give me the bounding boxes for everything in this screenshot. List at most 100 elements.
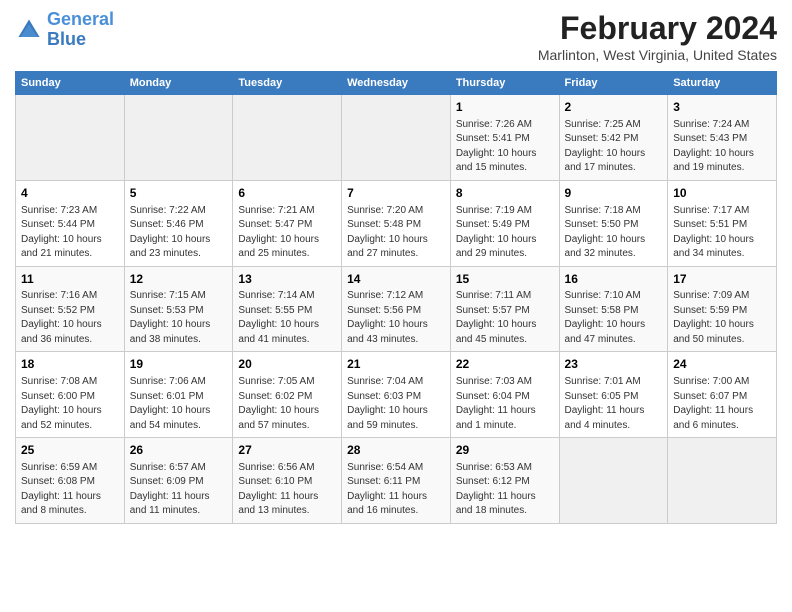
calendar-cell: 2 Sunrise: 7:25 AM Sunset: 5:42 PM Daylig…: [559, 95, 668, 181]
day-number: 21: [347, 356, 445, 373]
day-number: 9: [565, 185, 663, 202]
day-number: 8: [456, 185, 554, 202]
day-info: Sunrise: 7:06 AM Sunset: 6:01 PM Dayligh…: [130, 375, 228, 433]
day-number: 11: [21, 271, 119, 288]
calendar-cell: 24 Sunrise: 7:00 AM Sunset: 6:07 PM Dayli…: [668, 352, 777, 438]
day-info: Sunrise: 7:24 AM Sunset: 5:43 PM Dayligh…: [673, 118, 771, 176]
calendar-body: 1 Sunrise: 7:26 AM Sunset: 5:41 PM Daylig…: [16, 95, 777, 524]
day-info: Sunrise: 7:22 AM Sunset: 5:46 PM Dayligh…: [130, 204, 228, 262]
day-number: 10: [673, 185, 771, 202]
day-info: Sunrise: 7:20 AM Sunset: 5:48 PM Dayligh…: [347, 204, 445, 262]
calendar-week-row: 18 Sunrise: 7:08 AM Sunset: 6:00 PM Dayli…: [16, 352, 777, 438]
day-info: Sunrise: 7:23 AM Sunset: 5:44 PM Dayligh…: [21, 204, 119, 262]
calendar-cell: 6 Sunrise: 7:21 AM Sunset: 5:47 PM Daylig…: [233, 180, 342, 266]
day-info: Sunrise: 7:10 AM Sunset: 5:58 PM Dayligh…: [565, 289, 663, 347]
day-number: 27: [238, 442, 336, 459]
day-header-wednesday: Wednesday: [342, 72, 451, 95]
day-number: 26: [130, 442, 228, 459]
calendar-cell: 14Sunrise: 7:12 AM Sunset: 5:56 PM Dayli…: [342, 266, 451, 352]
calendar-cell: 7 Sunrise: 7:20 AM Sunset: 5:48 PM Daylig…: [342, 180, 451, 266]
calendar-title: February 2024: [538, 10, 777, 47]
page-header: General Blue February 2024 Marlinton, We…: [15, 10, 777, 63]
day-number: 16: [565, 271, 663, 288]
day-info: Sunrise: 7:12 AM Sunset: 5:56 PM Dayligh…: [347, 289, 445, 347]
calendar-cell: 22Sunrise: 7:03 AM Sunset: 6:04 PM Dayli…: [450, 352, 559, 438]
calendar-week-row: 1 Sunrise: 7:26 AM Sunset: 5:41 PM Daylig…: [16, 95, 777, 181]
calendar-cell: [559, 438, 668, 524]
day-number: 17: [673, 271, 771, 288]
day-number: 6: [238, 185, 336, 202]
calendar-cell: 27 Sunrise: 6:56 AM Sunset: 6:10 PM Dayli…: [233, 438, 342, 524]
calendar-cell: 8 Sunrise: 7:19 AM Sunset: 5:49 PM Daylig…: [450, 180, 559, 266]
logo-text: General Blue: [47, 10, 114, 50]
day-number: 28: [347, 442, 445, 459]
calendar-cell: 18 Sunrise: 7:08 AM Sunset: 6:00 PM Dayli…: [16, 352, 125, 438]
calendar-cell: [16, 95, 125, 181]
calendar-week-row: 25 Sunrise: 6:59 AM Sunset: 6:08 PM Dayli…: [16, 438, 777, 524]
calendar-cell: 1 Sunrise: 7:26 AM Sunset: 5:41 PM Daylig…: [450, 95, 559, 181]
day-info: Sunrise: 7:00 AM Sunset: 6:07 PM Dayligh…: [673, 375, 771, 433]
calendar-cell: 28 Sunrise: 6:54 AM Sunset: 6:11 PM Dayli…: [342, 438, 451, 524]
day-number: 20: [238, 356, 336, 373]
day-header-sunday: Sunday: [16, 72, 125, 95]
day-number: 29: [456, 442, 554, 459]
calendar-week-row: 4 Sunrise: 7:23 AM Sunset: 5:44 PM Daylig…: [16, 180, 777, 266]
calendar-header-row: SundayMondayTuesdayWednesdayThursdayFrid…: [16, 72, 777, 95]
calendar-subtitle: Marlinton, West Virginia, United States: [538, 47, 777, 63]
day-header-tuesday: Tuesday: [233, 72, 342, 95]
day-info: Sunrise: 6:59 AM Sunset: 6:08 PM Dayligh…: [21, 461, 119, 519]
day-info: Sunrise: 7:08 AM Sunset: 6:00 PM Dayligh…: [21, 375, 119, 433]
day-info: Sunrise: 6:54 AM Sunset: 6:11 PM Dayligh…: [347, 461, 445, 519]
day-info: Sunrise: 7:18 AM Sunset: 5:50 PM Dayligh…: [565, 204, 663, 262]
calendar-week-row: 11Sunrise: 7:16 AM Sunset: 5:52 PM Dayli…: [16, 266, 777, 352]
day-info: Sunrise: 7:01 AM Sunset: 6:05 PM Dayligh…: [565, 375, 663, 433]
calendar-cell: 10 Sunrise: 7:17 AM Sunset: 5:51 PM Dayli…: [668, 180, 777, 266]
calendar-cell: 3 Sunrise: 7:24 AM Sunset: 5:43 PM Daylig…: [668, 95, 777, 181]
day-info: Sunrise: 7:17 AM Sunset: 5:51 PM Dayligh…: [673, 204, 771, 262]
calendar-cell: 15Sunrise: 7:11 AM Sunset: 5:57 PM Dayli…: [450, 266, 559, 352]
calendar-cell: [342, 95, 451, 181]
day-info: Sunrise: 7:11 AM Sunset: 5:57 PM Dayligh…: [456, 289, 554, 347]
day-number: 18: [21, 356, 119, 373]
calendar-cell: 4 Sunrise: 7:23 AM Sunset: 5:44 PM Daylig…: [16, 180, 125, 266]
calendar-table: SundayMondayTuesdayWednesdayThursdayFrid…: [15, 71, 777, 524]
day-info: Sunrise: 7:16 AM Sunset: 5:52 PM Dayligh…: [21, 289, 119, 347]
day-number: 14: [347, 271, 445, 288]
logo-icon: [15, 16, 43, 44]
day-header-saturday: Saturday: [668, 72, 777, 95]
day-number: 1: [456, 99, 554, 116]
title-block: February 2024 Marlinton, West Virginia, …: [538, 10, 777, 63]
day-info: Sunrise: 7:05 AM Sunset: 6:02 PM Dayligh…: [238, 375, 336, 433]
calendar-cell: 26 Sunrise: 6:57 AM Sunset: 6:09 PM Dayli…: [124, 438, 233, 524]
day-info: Sunrise: 7:04 AM Sunset: 6:03 PM Dayligh…: [347, 375, 445, 433]
calendar-cell: 17Sunrise: 7:09 AM Sunset: 5:59 PM Dayli…: [668, 266, 777, 352]
day-number: 24: [673, 356, 771, 373]
calendar-cell: 25 Sunrise: 6:59 AM Sunset: 6:08 PM Dayli…: [16, 438, 125, 524]
day-info: Sunrise: 7:25 AM Sunset: 5:42 PM Dayligh…: [565, 118, 663, 176]
day-number: 7: [347, 185, 445, 202]
day-number: 13: [238, 271, 336, 288]
calendar-cell: 5 Sunrise: 7:22 AM Sunset: 5:46 PM Daylig…: [124, 180, 233, 266]
day-number: 2: [565, 99, 663, 116]
day-info: Sunrise: 7:21 AM Sunset: 5:47 PM Dayligh…: [238, 204, 336, 262]
day-header-thursday: Thursday: [450, 72, 559, 95]
calendar-cell: 21 Sunrise: 7:04 AM Sunset: 6:03 PM Dayli…: [342, 352, 451, 438]
day-info: Sunrise: 6:56 AM Sunset: 6:10 PM Dayligh…: [238, 461, 336, 519]
day-info: Sunrise: 7:14 AM Sunset: 5:55 PM Dayligh…: [238, 289, 336, 347]
day-number: 4: [21, 185, 119, 202]
day-info: Sunrise: 7:19 AM Sunset: 5:49 PM Dayligh…: [456, 204, 554, 262]
day-info: Sunrise: 6:57 AM Sunset: 6:09 PM Dayligh…: [130, 461, 228, 519]
calendar-cell: 12Sunrise: 7:15 AM Sunset: 5:53 PM Dayli…: [124, 266, 233, 352]
day-number: 19: [130, 356, 228, 373]
day-number: 5: [130, 185, 228, 202]
day-header-monday: Monday: [124, 72, 233, 95]
calendar-cell: 9 Sunrise: 7:18 AM Sunset: 5:50 PM Daylig…: [559, 180, 668, 266]
day-number: 3: [673, 99, 771, 116]
calendar-cell: 16Sunrise: 7:10 AM Sunset: 5:58 PM Dayli…: [559, 266, 668, 352]
day-header-friday: Friday: [559, 72, 668, 95]
day-info: Sunrise: 7:15 AM Sunset: 5:53 PM Dayligh…: [130, 289, 228, 347]
day-number: 15: [456, 271, 554, 288]
day-number: 25: [21, 442, 119, 459]
day-info: Sunrise: 7:03 AM Sunset: 6:04 PM Dayligh…: [456, 375, 554, 433]
day-info: Sunrise: 7:26 AM Sunset: 5:41 PM Dayligh…: [456, 118, 554, 176]
